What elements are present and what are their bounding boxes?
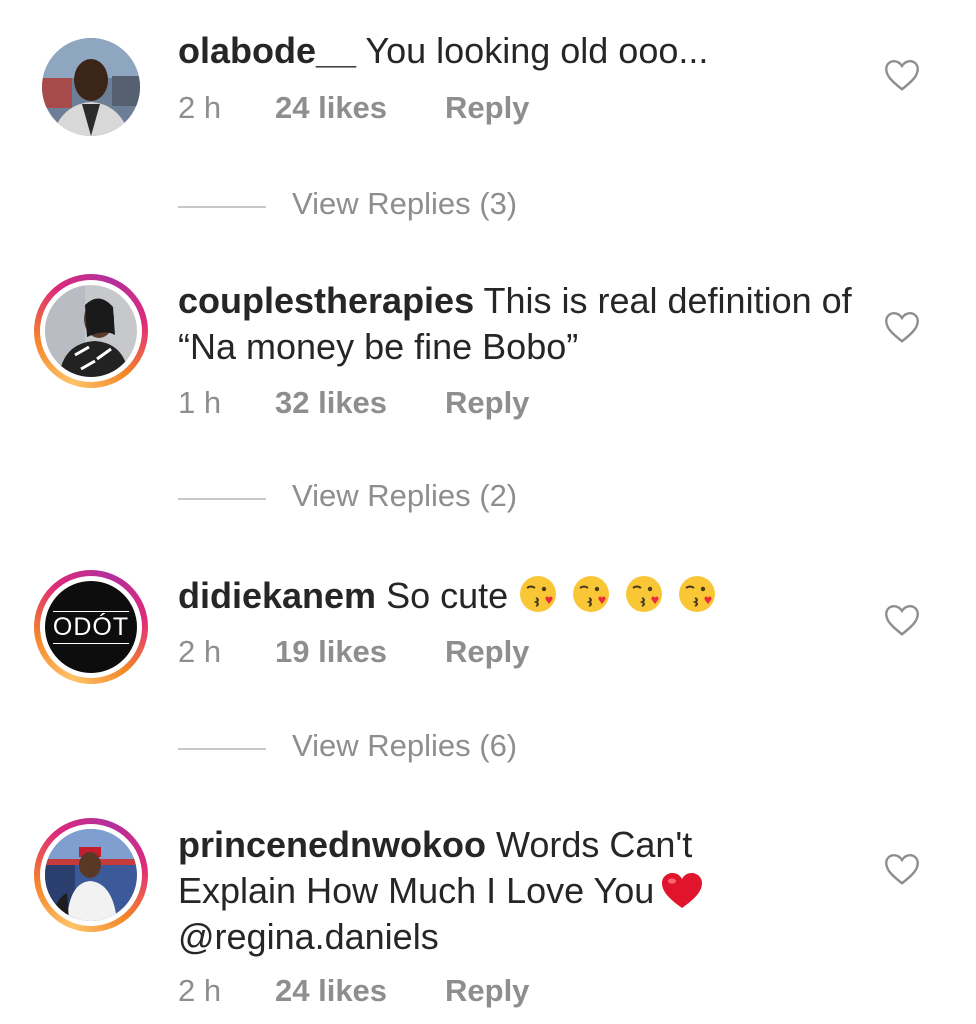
heart-outline-icon[interactable] xyxy=(884,58,920,92)
kissing-face-emoji xyxy=(573,576,610,612)
avatar-photo: ODÓT xyxy=(45,581,137,673)
replies-divider xyxy=(178,498,266,500)
avatar-couplestherapies[interactable] xyxy=(34,274,148,388)
kissing-face-emoji xyxy=(626,576,663,612)
kissing-face-emoji xyxy=(520,576,557,612)
avatar-princenednwokoo[interactable] xyxy=(34,818,148,932)
heart-outline-icon[interactable] xyxy=(884,603,920,637)
avatar-photo xyxy=(45,829,137,921)
avatar-photo xyxy=(42,38,140,136)
view-replies-label: View Replies (3) xyxy=(292,186,518,221)
kissing-face-emoji xyxy=(679,576,716,612)
timestamp: 2 h xyxy=(178,973,222,1008)
avatar-photo xyxy=(45,285,137,377)
heart-outline-icon[interactable] xyxy=(884,310,920,344)
red-heart-emoji xyxy=(662,873,703,908)
reply-button[interactable]: Reply xyxy=(445,90,529,126)
comment-message: So cute xyxy=(376,575,509,616)
replies-divider xyxy=(178,748,266,750)
reply-button[interactable]: Reply xyxy=(445,973,529,1009)
timestamp: 1 h xyxy=(178,385,222,420)
likes-count[interactable]: 24 likes xyxy=(275,90,387,126)
avatar-ring-gap: ODÓT xyxy=(40,576,142,678)
view-replies-label: View Replies (2) xyxy=(292,478,518,513)
username[interactable]: couplestherapies xyxy=(178,280,474,321)
avatar-ring-gap xyxy=(40,824,142,926)
avatar-didiekanem[interactable]: ODÓT xyxy=(34,570,148,684)
likes-count[interactable]: 19 likes xyxy=(275,634,387,670)
avatar-olabode[interactable] xyxy=(34,34,148,148)
emoji-row xyxy=(518,573,720,619)
username[interactable]: olabode__ xyxy=(178,30,356,71)
comment-message: You looking old ooo... xyxy=(356,30,709,71)
view-replies-label: View Replies (6) xyxy=(292,728,518,763)
avatar-ring-gap xyxy=(40,280,142,382)
likes-count[interactable]: 32 likes xyxy=(275,385,387,421)
reply-button[interactable]: Reply xyxy=(445,634,529,670)
replies-divider xyxy=(178,206,266,208)
avatar-logo-text: ODÓT xyxy=(52,610,130,644)
comment-text: didiekanem So cute xyxy=(178,573,720,619)
timestamp: 2 h xyxy=(178,90,222,125)
comment-text: olabode__ You looking old ooo... xyxy=(178,28,708,74)
comment-text: couplestherapies This is real definition… xyxy=(178,278,858,370)
username[interactable]: didiekanem xyxy=(178,575,376,616)
username[interactable]: princenednwokoo xyxy=(178,824,486,865)
comment-text: princenednwokoo Words Can't Explain How … xyxy=(178,822,738,960)
mention-link[interactable]: @regina.daniels xyxy=(178,916,439,957)
likes-count[interactable]: 24 likes xyxy=(275,973,387,1009)
reply-button[interactable]: Reply xyxy=(445,385,529,421)
heart-outline-icon[interactable] xyxy=(884,852,920,886)
timestamp: 2 h xyxy=(178,634,222,669)
